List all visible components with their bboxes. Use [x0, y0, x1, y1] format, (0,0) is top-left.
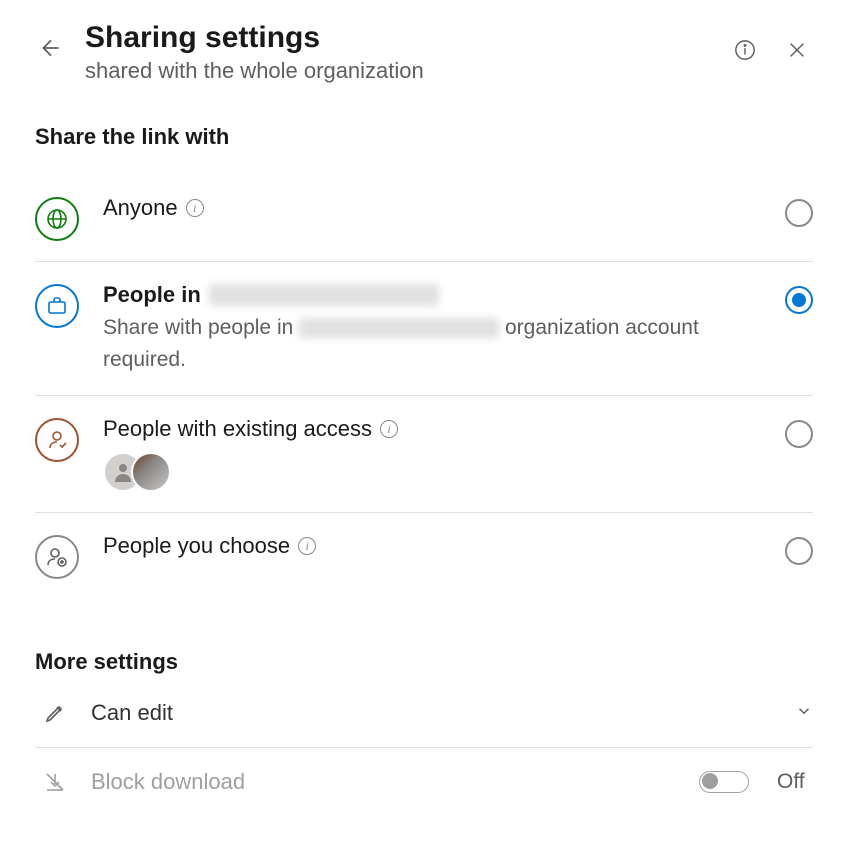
dialog-subtitle: shared with the whole organization: [85, 58, 711, 84]
close-icon: [786, 39, 808, 61]
option-title: Anyone i: [103, 195, 761, 221]
chevron-down-icon: [795, 702, 813, 725]
globe-icon: [45, 207, 69, 231]
block-download-label: Block download: [91, 769, 677, 795]
option-title: People with existing access i: [103, 416, 761, 442]
option-title-text: Anyone: [103, 195, 178, 221]
option-title-prefix: People in: [103, 282, 201, 308]
info-icon: [734, 39, 756, 61]
block-download-toggle-row: Block download Off: [35, 748, 813, 816]
radio-existing-access[interactable]: [785, 420, 813, 448]
share-link-heading: Share the link with: [35, 124, 813, 150]
share-option-anyone[interactable]: Anyone i: [35, 175, 813, 262]
info-button[interactable]: [729, 34, 761, 66]
option-desc-prefix: Share with people in: [103, 316, 293, 339]
person-check-icon: [45, 428, 69, 452]
close-button[interactable]: [781, 34, 813, 66]
option-title-text: People you choose: [103, 533, 290, 559]
redacted-org-name: [299, 318, 499, 338]
option-title: People in: [103, 282, 761, 308]
avatar-stack[interactable]: [103, 452, 761, 492]
download-blocked-icon: [43, 770, 67, 794]
info-icon[interactable]: i: [186, 199, 204, 217]
toggle-knob: [702, 773, 718, 789]
block-download-toggle: [699, 771, 749, 793]
radio-anyone[interactable]: [785, 199, 813, 227]
toggle-state-label: Off: [777, 770, 813, 794]
person-plus-icon: [45, 545, 69, 569]
info-icon[interactable]: i: [380, 420, 398, 438]
redacted-org-name: [209, 284, 439, 306]
more-settings-heading: More settings: [35, 649, 813, 675]
option-title: People you choose i: [103, 533, 761, 559]
dialog-header: Sharing settings shared with the whole o…: [35, 20, 813, 84]
dialog-title: Sharing settings: [85, 20, 711, 56]
permission-label: Can edit: [91, 700, 773, 726]
radio-people-you-choose[interactable]: [785, 537, 813, 565]
option-title-text: People with existing access: [103, 416, 372, 442]
permission-dropdown[interactable]: Can edit: [35, 679, 813, 748]
pencil-icon: [43, 701, 67, 725]
share-option-people-in-org[interactable]: People in Share with people in organizat…: [35, 262, 813, 396]
share-option-people-you-choose[interactable]: People you choose i: [35, 513, 813, 599]
radio-people-in-org[interactable]: [785, 286, 813, 314]
share-option-existing-access[interactable]: People with existing access i: [35, 396, 813, 513]
briefcase-icon: [45, 294, 69, 318]
arrow-left-icon: [38, 35, 64, 61]
info-icon[interactable]: i: [298, 537, 316, 555]
option-desc: Share with people in organization accoun…: [103, 312, 761, 375]
avatar: [131, 452, 171, 492]
back-button[interactable]: [35, 32, 67, 64]
